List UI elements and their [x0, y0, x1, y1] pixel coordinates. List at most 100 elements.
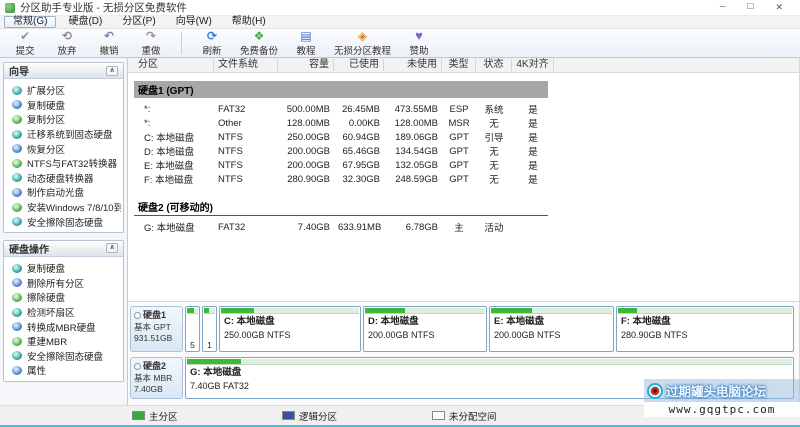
undo-button[interactable]: 撤销 — [88, 29, 130, 57]
table-row-msr[interactable]: *: Other 128.00MB 0.00KB 128.00MB MSR 无 … — [128, 116, 799, 130]
sidebar-item-label: 转换成MBR硬盘 — [27, 320, 96, 334]
menu-general[interactable]: 常规(G) — [4, 16, 56, 28]
commit-button[interactable]: 提交 — [4, 29, 46, 57]
collapse-chevron-icon[interactable] — [106, 66, 118, 76]
column-header-filesystem[interactable]: 文件系统 — [214, 59, 278, 71]
menu-wizard[interactable]: 向导(W) — [168, 16, 220, 28]
disk-type: 基本 GPT — [134, 322, 179, 334]
partition-label: 5 — [186, 340, 199, 351]
app-icon — [5, 3, 15, 13]
cell-status: 活动 — [476, 220, 512, 234]
cell-type: GPT — [442, 132, 476, 143]
disk-select-icon — [134, 312, 141, 319]
partition-tutorial-button[interactable]: 无损分区教程 — [327, 29, 398, 57]
refresh-button[interactable]: 刷新 — [191, 29, 233, 57]
table-row-e-drive[interactable]: E: 本地磁盘 NTFS 200.00GB 67.95GB 132.05GB G… — [128, 158, 799, 172]
sidebar-item-dynamic-disk-converter[interactable]: 动态硬盘转换器 — [6, 171, 121, 186]
disk1-group-header[interactable]: 硬盘1 (GPT) — [134, 81, 548, 98]
watermark-forum-name: 过期罐头电脑论坛 — [666, 381, 766, 400]
wizards-panel-header[interactable]: 向导 — [4, 63, 123, 79]
cell-4k-aligned: 是 — [512, 144, 554, 158]
disk-select-icon — [134, 363, 141, 370]
toolbar: 提交 放弃 撤销 重做 刷新 免费备份 教程 无损分区教程 赞助 — [0, 29, 800, 58]
disk-icon — [12, 217, 22, 226]
disk1-info[interactable]: 硬盘1 基本 GPT 931.51GB — [130, 306, 183, 352]
partition-block-f[interactable]: F: 本地磁盘 280.90GB NTFS — [616, 306, 794, 352]
disk-icon — [12, 264, 22, 273]
partition-title: D: 本地磁盘 — [368, 315, 482, 329]
menu-partition[interactable]: 分区(P) — [114, 16, 163, 28]
discard-button[interactable]: 放弃 — [46, 29, 88, 57]
sidebar-item-extend-partition[interactable]: 扩展分区 — [6, 83, 121, 98]
table-row-d-drive[interactable]: D: 本地磁盘 NTFS 200.00GB 65.46GB 134.54GB G… — [128, 144, 799, 158]
disk2-info[interactable]: 硬盘2 基本 MBR 7.40GB — [130, 357, 183, 399]
cell-unused: 248.59GB — [384, 174, 442, 185]
table-row-f-drive[interactable]: F: 本地磁盘 NTFS 280.90GB 32.30GB 248.59GB G… — [128, 172, 799, 186]
cell-capacity: 200.00GB — [278, 160, 334, 171]
sidebar-item-check-bad-sectors[interactable]: 检测坏扇区 — [6, 305, 121, 320]
sidebar-item-copy-disk2[interactable]: 复制硬盘 — [6, 261, 121, 276]
sponsor-button[interactable]: 赞助 — [398, 29, 440, 57]
column-header-used[interactable]: 已使用 — [334, 59, 384, 71]
partition-block-c[interactable]: C: 本地磁盘 250.00GB NTFS — [219, 306, 361, 352]
column-header-capacity[interactable]: 容量 — [278, 59, 334, 71]
sidebar-item-copy-disk[interactable]: 复制硬盘 — [6, 98, 121, 113]
partition-subtitle: 250.00GB NTFS — [224, 329, 356, 343]
tutorial-button[interactable]: 教程 — [285, 29, 327, 57]
menu-disk[interactable]: 硬盘(D) — [60, 16, 110, 28]
redo-button[interactable]: 重做 — [130, 29, 172, 57]
sidebar-item-wipe-disk[interactable]: 擦除硬盘 — [6, 290, 121, 305]
main-area: 向导 扩展分区 复制硬盘 复制分区 迁移系统到固态硬盘 恢复分区 NTFS与FA… — [0, 58, 800, 405]
cell-4k-aligned: 是 — [512, 102, 554, 116]
partition-block-d[interactable]: D: 本地磁盘 200.00GB NTFS — [363, 306, 487, 352]
refresh-icon — [207, 30, 217, 43]
partition-block-e[interactable]: E: 本地磁盘 200.00GB NTFS — [489, 306, 614, 352]
button-label: 提交 — [15, 43, 34, 57]
sidebar-item-windows-to-go[interactable]: 安装Windows 7/8/10到移... — [6, 200, 121, 215]
column-header-unused[interactable]: 未使用 — [384, 59, 442, 71]
sidebar-item-ntfs-fat32-converter[interactable]: NTFS与FAT32转换器 — [6, 156, 121, 171]
cell-used: 67.95GB — [334, 160, 384, 171]
close-icon[interactable] — [775, 2, 783, 13]
partition-block-msr[interactable]: 1 — [202, 306, 217, 352]
maximize-icon[interactable] — [747, 2, 753, 13]
cell-4k-aligned: 是 — [512, 130, 554, 144]
sidebar-item-properties[interactable]: 属性 — [6, 363, 121, 378]
column-header-status[interactable]: 状态 — [476, 59, 512, 71]
sidebar-item-recover-partition[interactable]: 恢复分区 — [6, 141, 121, 156]
redo-icon — [146, 30, 156, 43]
sidebar-item-secure-erase-ssd[interactable]: 安全擦除固态硬盘 — [6, 214, 121, 229]
wizards-panel: 向导 扩展分区 复制硬盘 复制分区 迁移系统到固态硬盘 恢复分区 NTFS与FA… — [3, 62, 124, 233]
legend-label: 主分区 — [149, 409, 178, 423]
collapse-chevron-icon[interactable] — [106, 243, 118, 253]
sidebar-item-secure-erase-ssd2[interactable]: 安全擦除固态硬盘 — [6, 349, 121, 364]
disk-size: 931.51GB — [134, 333, 179, 345]
column-header-type[interactable]: 类型 — [442, 59, 476, 71]
table-row-c-drive[interactable]: C: 本地磁盘 NTFS 250.00GB 60.94GB 189.06GB G… — [128, 130, 799, 144]
column-header-4k-aligned[interactable]: 4K对齐 — [512, 59, 554, 71]
sidebar-item-label: 迁移系统到固态硬盘 — [27, 127, 113, 141]
sidebar-item-rebuild-mbr[interactable]: 重建MBR — [6, 334, 121, 349]
menu-help[interactable]: 帮助(H) — [224, 16, 274, 28]
sidebar-item-convert-to-mbr[interactable]: 转换成MBR硬盘 — [6, 319, 121, 334]
sidebar-item-label: NTFS与FAT32转换器 — [27, 156, 117, 170]
table-row-esp[interactable]: *: FAT32 500.00MB 26.45MB 473.55MB ESP 系… — [128, 102, 799, 116]
sidebar-item-copy-partition[interactable]: 复制分区 — [6, 112, 121, 127]
lens-logo-icon — [647, 383, 663, 399]
disk-icon — [12, 278, 22, 287]
column-header-filler — [554, 59, 799, 71]
cell-unused: 128.00MB — [384, 118, 442, 129]
sidebar-item-delete-all-partitions[interactable]: 删除所有分区 — [6, 276, 121, 291]
cell-status: 无 — [476, 116, 512, 130]
disk-ops-panel-header[interactable]: 硬盘操作 — [4, 241, 123, 257]
column-header-partition[interactable]: 分区 — [134, 59, 214, 71]
minimize-icon[interactable] — [720, 2, 726, 13]
cell-type: GPT — [442, 174, 476, 185]
sidebar-item-migrate-to-ssd[interactable]: 迁移系统到固态硬盘 — [6, 127, 121, 142]
partition-block-esp[interactable]: 5 — [185, 306, 200, 352]
sidebar-item-make-bootable-media[interactable]: 制作启动光盘 — [6, 185, 121, 200]
free-backup-button[interactable]: 免费备份 — [233, 29, 285, 57]
table-row-g-drive[interactable]: G: 本地磁盘 FAT32 7.40GB 633.91MB 6.78GB 主 活… — [128, 220, 799, 234]
sidebar-item-label: 复制硬盘 — [27, 98, 65, 112]
disk2-group-header[interactable]: 硬盘2 (可移动的) — [134, 198, 548, 216]
